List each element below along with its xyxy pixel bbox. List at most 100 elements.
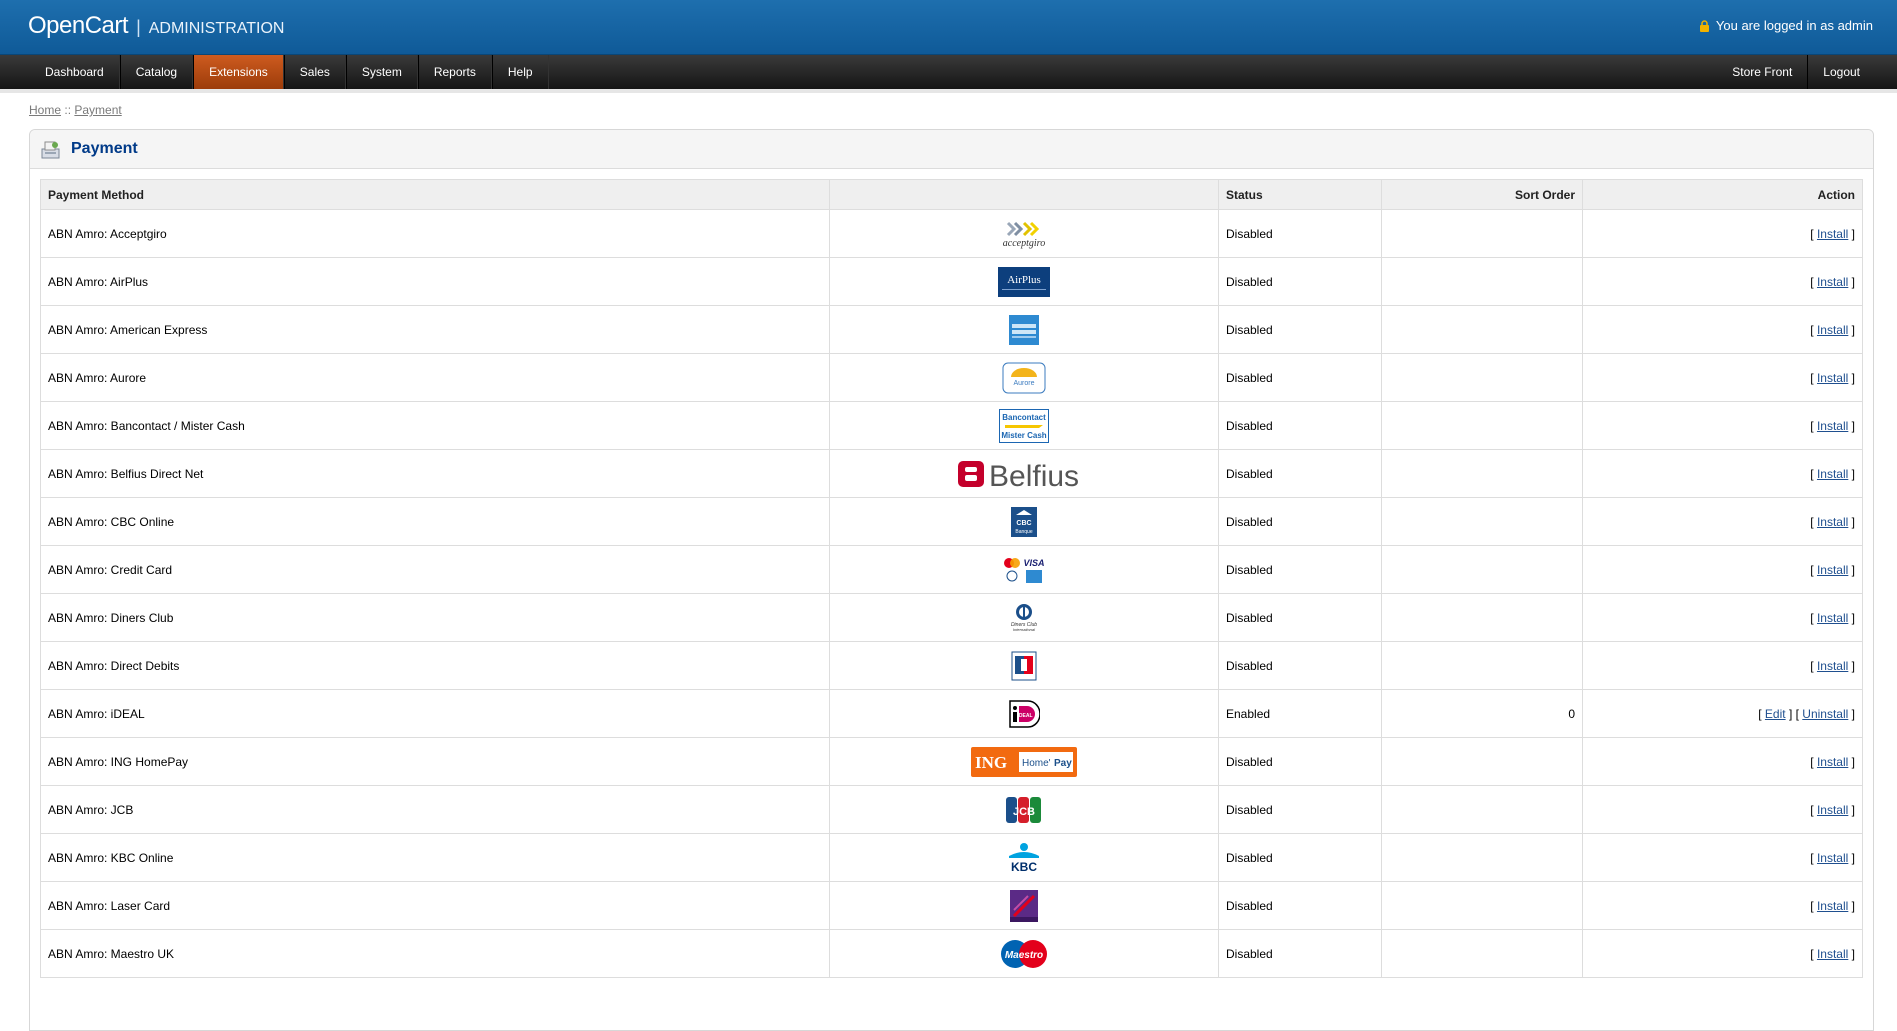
actions: [ Edit ] [ Uninstall ] [1582,689,1863,738]
mistercash-text: Mister Cash [1001,431,1046,440]
install-link[interactable]: Install [1817,227,1848,241]
status: Disabled [1218,353,1382,402]
col-payment-method: Payment Method [40,179,830,210]
actions: [ Install ] [1582,641,1863,690]
table-row: ABN Amro: Diners Club Diners Club Intern… [40,593,1863,642]
box-content: Payment Method Status Sort Order Action … [30,169,1873,978]
install-link[interactable]: Install [1817,515,1848,529]
install-link[interactable]: Install [1817,803,1848,817]
kbc-text: KBC [1011,860,1037,874]
install-link[interactable]: Install [1817,755,1848,769]
aurore-logo: Aurore [829,353,1219,402]
edit-link[interactable]: Edit [1765,707,1786,721]
install-link[interactable]: Install [1817,275,1848,289]
sort-order [1381,929,1583,978]
box-heading: Payment [30,130,1873,169]
sort-order [1381,593,1583,642]
status: Disabled [1218,401,1382,450]
actions: [ Install ] [1582,305,1863,354]
table-row: ABN Amro: CBC Online CBC Banque Disabled[… [40,497,1863,546]
status: Disabled [1218,641,1382,690]
payment-method-name: ABN Amro: Aurore [40,353,830,402]
actions: [ Install ] [1582,545,1863,594]
directdebits-logo [829,641,1219,690]
payment-method-name: ABN Amro: Bancontact / Mister Cash [40,401,830,450]
cbc-logo: CBC Banque [829,497,1219,546]
menu-item-catalog[interactable]: Catalog [119,55,194,89]
payment-method-name: ABN Amro: AirPlus [40,257,830,306]
sort-order [1381,497,1583,546]
table-row: ABN Amro: Aurore Aurore Disabled [ Install… [40,353,1863,402]
install-link[interactable]: Install [1817,467,1848,481]
table-row: ABN Amro: Credit Card VISA Disabled [ Ins… [40,545,1863,594]
ing-logo: ING Home' Pay [829,737,1219,786]
actions: [ Install ] [1582,401,1863,450]
table-row: ABN Amro: Acceptgiro acceptgiro Disabled [… [40,209,1863,258]
sort-order [1381,833,1583,882]
install-link[interactable]: Install [1817,851,1848,865]
payment-method-name: ABN Amro: Diners Club [40,593,830,642]
install-link[interactable]: Install [1817,899,1848,913]
table-row: ABN Amro: AirPlus AirPlus Disabled [ Inst… [40,257,1863,306]
payment-method-name: ABN Amro: CBC Online [40,497,830,546]
ing-home-text: Home' [1022,758,1051,769]
install-link[interactable]: Install [1817,371,1848,385]
payment-method-name: ABN Amro: KBC Online [40,833,830,882]
menu-item-help[interactable]: Help [491,55,549,89]
install-link[interactable]: Install [1817,947,1848,961]
menu-item-reports[interactable]: Reports [417,55,492,89]
ing-pay-text: Pay [1054,758,1072,769]
install-link[interactable]: Install [1817,323,1848,337]
status: Disabled [1218,929,1382,978]
table-row: ABN Amro: iDEAL iDEAL Enabled 0[ Edit ] [ … [40,689,1863,738]
actions: [ Install ] [1582,449,1863,498]
install-link[interactable]: Install [1817,611,1848,625]
install-link[interactable]: Install [1817,419,1848,433]
payment-method-name: ABN Amro: iDEAL [40,689,830,738]
acceptgiro-text: acceptgiro [1003,238,1045,249]
ideal-logo: iDEAL [829,689,1219,738]
col-logo [829,179,1219,210]
sort-order [1381,449,1583,498]
sort-order [1381,209,1583,258]
airplus-logo: AirPlus [829,257,1219,306]
status: Disabled [1218,209,1382,258]
payment-method-name: ABN Amro: Maestro UK [40,929,830,978]
col-sort-order: Sort Order [1381,179,1583,210]
airplus-text: AirPlus [1007,274,1041,286]
actions: [ Install ] [1582,353,1863,402]
actions: [ Install ] [1582,737,1863,786]
install-link[interactable]: Install [1817,563,1848,577]
menu-item-extensions[interactable]: Extensions [193,55,284,89]
actions: [ Install ] [1582,593,1863,642]
maestro-text: Maestro [1005,950,1043,961]
aurore-text: Aurore [1013,380,1034,387]
sort-order [1381,257,1583,306]
uninstall-link[interactable]: Uninstall [1802,707,1848,721]
menu-item-system[interactable]: System [345,55,418,89]
belfius-text: Belfius [989,460,1079,490]
menu-item-dashboard[interactable]: Dashboard [30,55,120,89]
install-link[interactable]: Install [1817,659,1848,673]
payment-method-name: ABN Amro: Laser Card [40,881,830,930]
actions: [ Install ] [1582,881,1863,930]
actions: [ Install ] [1582,257,1863,306]
payment-box: Payment Payment Method Status Sort Order… [29,129,1874,1031]
amex-logo [829,305,1219,354]
status: Disabled [1218,305,1382,354]
breadcrumb-home[interactable]: Home [29,103,61,117]
status: Disabled [1218,881,1382,930]
menu-item-logout[interactable]: Logout [1807,55,1875,89]
menu-item-sales[interactable]: Sales [283,55,346,89]
actions: [ Install ] [1582,497,1863,546]
belfius-logo: Belfius [829,449,1219,498]
payment-method-name: ABN Amro: Belfius Direct Net [40,449,830,498]
sort-order [1381,545,1583,594]
lock-icon [1699,19,1709,32]
sort-order [1381,641,1583,690]
status: Disabled [1218,785,1382,834]
col-status: Status [1218,179,1382,210]
breadcrumb-payment[interactable]: Payment [74,103,121,117]
menu-item-store-front[interactable]: Store Front [1717,55,1807,89]
opencart-logo[interactable]: OpenCart | ADMINISTRATION [28,12,284,40]
